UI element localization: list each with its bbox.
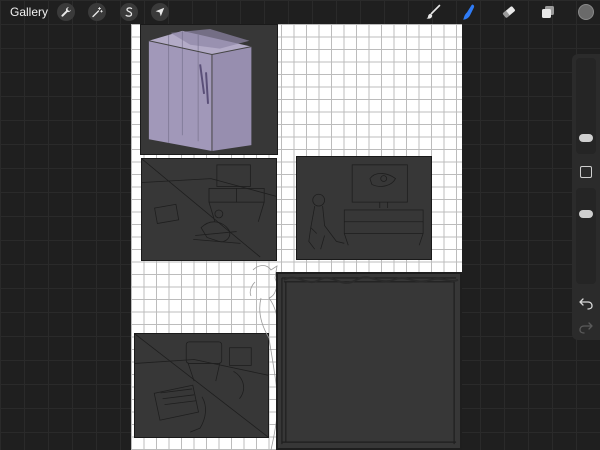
brush-icon[interactable] (423, 3, 443, 21)
magic-wand-icon[interactable] (88, 3, 106, 21)
panel-large-empty (276, 272, 462, 450)
color-swatch[interactable] (578, 4, 594, 20)
redo-arrow-icon[interactable] (578, 320, 594, 334)
side-toolbar (572, 54, 600, 340)
panel-figure-tv (296, 156, 432, 260)
layers-icon[interactable] (538, 3, 558, 21)
top-toolbar: Gallery (0, 0, 600, 24)
gallery-button[interactable]: Gallery (10, 5, 48, 19)
opacity-slider[interactable] (576, 188, 596, 284)
eraser-icon[interactable] (499, 3, 519, 21)
panel-room-scene (141, 158, 277, 261)
panel-box-sketch (140, 24, 278, 155)
undo-arrow-icon[interactable] (578, 296, 594, 310)
brush-size-slider[interactable] (576, 58, 596, 154)
selection-s-icon[interactable] (120, 3, 138, 21)
brush-size-thumb[interactable] (579, 134, 593, 142)
square-icon[interactable] (580, 166, 592, 178)
drawing-canvas[interactable] (131, 24, 462, 450)
opacity-thumb[interactable] (579, 210, 593, 218)
smudge-finger-icon[interactable] (459, 3, 479, 21)
arrow-cursor-icon[interactable] (151, 3, 169, 21)
wrench-icon[interactable] (57, 3, 75, 21)
